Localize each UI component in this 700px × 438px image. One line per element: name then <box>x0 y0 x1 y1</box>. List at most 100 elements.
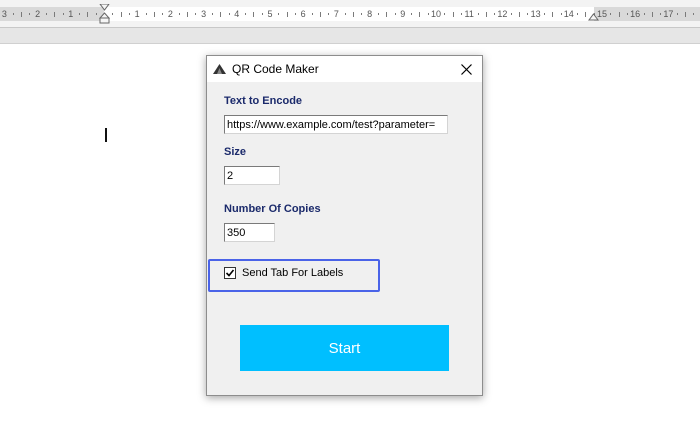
ruler-tick <box>328 13 330 15</box>
ruler-tick <box>618 11 620 17</box>
close-button[interactable] <box>450 56 482 82</box>
ruler-tick <box>452 11 454 17</box>
send-tab-checkbox[interactable] <box>224 267 236 279</box>
ruler-tick <box>510 13 512 15</box>
ruler-tick <box>128 13 130 15</box>
ruler-tick <box>145 13 147 15</box>
size-label: Size <box>224 146 247 158</box>
right-indent-marker-icon[interactable] <box>588 13 599 23</box>
ruler-tick <box>311 13 313 15</box>
ruler-tick <box>45 13 47 15</box>
ruler-tick <box>120 11 122 17</box>
ruler-tick <box>195 13 197 15</box>
ruler-tick <box>560 13 562 15</box>
ruler-number: 1 <box>134 9 140 19</box>
ruler-number: 11 <box>464 9 474 19</box>
text-cursor <box>105 128 107 142</box>
ruler-tick <box>519 11 520 17</box>
ruler-left-margin <box>0 7 104 21</box>
ruler-number: 7 <box>333 9 339 19</box>
ruler-tick <box>651 11 653 17</box>
ruler-tick <box>87 11 89 17</box>
ruler-number: 17 <box>663 9 674 19</box>
ruler-tick <box>153 11 155 17</box>
ruler-tick <box>527 13 529 15</box>
ruler-tick <box>485 11 487 17</box>
ruler-tick <box>245 13 247 15</box>
ruler-number: 3 <box>1 9 7 19</box>
text-to-encode-input[interactable] <box>224 115 448 134</box>
ruler-tick <box>552 11 554 17</box>
ruler-tick <box>676 13 678 15</box>
ruler-number: 10 <box>430 9 442 19</box>
ruler-tick <box>228 13 230 15</box>
ruler-tick <box>162 13 164 15</box>
qr-code-maker-dialog: QR Code Maker Text to Encode Size Number… <box>206 55 483 396</box>
ruler-tick <box>577 13 579 15</box>
ruler-tick <box>419 11 421 17</box>
text-to-encode-label: Text to Encode <box>224 95 303 107</box>
ruler-tick <box>95 13 97 15</box>
ruler-tick <box>626 13 628 15</box>
ruler-tick <box>444 13 446 15</box>
ruler-tick <box>12 13 14 15</box>
ruler-tick <box>294 13 296 15</box>
ruler-number: 14 <box>563 9 574 19</box>
ruler-tick <box>79 13 81 15</box>
ruler-tick <box>344 13 346 15</box>
ruler-number: 6 <box>300 9 306 19</box>
number-of-copies-input[interactable] <box>224 223 275 242</box>
close-icon <box>460 63 472 75</box>
ruler-tick <box>377 13 379 15</box>
ruler-tick <box>261 13 263 15</box>
ruler-tick <box>211 13 213 15</box>
start-button[interactable]: Start <box>240 325 449 371</box>
ruler-tick <box>21 11 22 17</box>
ruler-number: 12 <box>497 9 508 19</box>
ruler-number: 8 <box>367 9 373 19</box>
ruler-tick <box>286 11 288 17</box>
ruler-tick <box>411 13 413 15</box>
size-input[interactable] <box>224 166 280 185</box>
ruler-text-area <box>104 7 594 21</box>
ruler-tick <box>220 11 222 17</box>
ruler-number: 4 <box>234 9 240 19</box>
ruler-tick <box>394 13 396 15</box>
ruler-number: 16 <box>630 9 641 19</box>
ruler-tick <box>187 11 188 17</box>
dialog-titlebar[interactable]: QR Code Maker <box>207 56 482 82</box>
horizontal-ruler[interactable]: 3 2 1 1 2 3 4 5 6 7 8 9 10 11 12 13 14 15 16 17 <box>0 0 700 28</box>
ruler-tick <box>427 13 429 15</box>
ruler-number: 9 <box>400 9 406 19</box>
ruler-number: 13 <box>530 9 541 19</box>
ruler-number: 5 <box>267 9 273 19</box>
page-gap <box>0 29 700 43</box>
ruler-tick <box>29 13 31 15</box>
ruler-tick <box>178 13 180 15</box>
number-of-copies-label: Number Of Copies <box>224 203 321 215</box>
indent-marker-icon[interactable] <box>99 4 110 24</box>
ruler-tick <box>660 13 662 15</box>
ruler-tick <box>62 13 64 15</box>
ruler-number: 2 <box>167 9 173 19</box>
dialog-title: QR Code Maker <box>232 62 319 76</box>
ruler-tick <box>494 13 496 15</box>
ruler-tick <box>585 11 587 17</box>
ruler-number: 2 <box>35 9 41 19</box>
ruler-tick <box>278 13 280 15</box>
send-tab-option[interactable]: Send Tab For Labels <box>224 266 343 280</box>
ruler-number: 3 <box>201 9 207 19</box>
ruler-tick <box>643 13 645 15</box>
checkmark-icon <box>225 269 235 277</box>
ruler-tick <box>253 11 255 17</box>
ruler-tick <box>610 13 612 15</box>
ruler-tick <box>477 13 479 15</box>
ruler-tick <box>693 13 695 15</box>
ruler-tick <box>54 11 56 17</box>
ruler-tick <box>386 11 388 17</box>
ruler-tick <box>460 13 462 15</box>
app-logo-icon <box>213 64 226 74</box>
ruler-tick <box>685 11 686 17</box>
ruler-tick <box>361 13 363 15</box>
ruler-tick <box>112 13 114 15</box>
